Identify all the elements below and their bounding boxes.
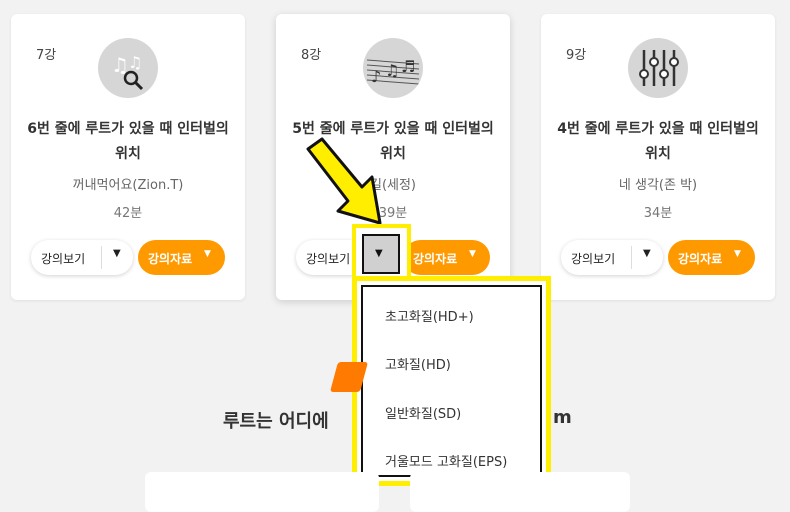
caret-button[interactable]: ▼ [362, 234, 400, 274]
lesson-number: 9강 [566, 48, 587, 63]
caret-down-icon: ▼ [204, 249, 211, 259]
divider [631, 246, 632, 269]
caret-down-icon: ▼ [734, 249, 741, 259]
lesson-card-7: 7강 ♫ ♫ 6번 줄에 루트가 있을 때 인터벌의 위치 꺼내먹어요(Zion… [11, 14, 245, 300]
caret-down-icon[interactable]: ▼ [113, 248, 121, 259]
materials-button[interactable]: 강의자료 ▼ [403, 240, 490, 275]
section-title: 루트는 어디에 [223, 411, 329, 432]
svg-text:♫: ♫ [128, 53, 142, 72]
quality-option-sd[interactable]: 일반화질(SD) [385, 403, 461, 422]
caret-down-icon[interactable]: ▼ [643, 248, 651, 259]
pointer-arrow-icon [306, 137, 382, 225]
equalizer-sliders-icon [628, 38, 688, 98]
svg-text:♪: ♪ [371, 67, 381, 86]
materials-button[interactable]: 강의자료 ▼ [138, 240, 225, 275]
sheet-music-icon: ♪ ♫ ♬ [363, 38, 423, 98]
lesson-card-next-2 [410, 472, 630, 512]
lesson-duration: 42분 [113, 206, 143, 221]
quality-option-hdplus[interactable]: 초고화질(HD+) [385, 306, 474, 325]
caret-down-icon: ▼ [469, 249, 476, 259]
quality-option-hd[interactable]: 고화질(HD) [385, 354, 451, 373]
lesson-song: 꺼내먹어요(Zion.T) [72, 178, 184, 193]
quality-dropdown: 초고화질(HD+) 고화질(HD) 일반화질(SD) 거울모드 고화질(EPS) [352, 276, 551, 486]
lesson-card-9: 9강 4번 줄에 루트가 있을 때 인터벌의 위치 네 생각(존 박) 34분 … [541, 14, 775, 300]
lesson-duration: 34분 [643, 206, 673, 221]
music-search-icon: ♫ ♫ [98, 38, 158, 98]
quality-option-eps[interactable]: 거울모드 고화질(EPS) [385, 451, 507, 470]
view-lesson-label: 강의보기 [306, 252, 351, 266]
lesson-title: 6번 줄에 루트가 있을 때 인터벌의 위치 [27, 121, 229, 162]
lesson-song: 네 생각(존 박) [618, 178, 698, 193]
lesson-number: 7강 [36, 48, 57, 63]
view-lesson-button[interactable]: 강의보기 ▼ [561, 240, 663, 275]
svg-text:♬: ♬ [401, 57, 415, 76]
view-lesson-label: 강의보기 [571, 252, 616, 266]
view-lesson-label: 강의보기 [41, 252, 86, 266]
materials-label: 강의자료 [678, 252, 723, 266]
materials-button[interactable]: 강의자료 ▼ [668, 240, 755, 275]
caret-down-icon: ▼ [375, 248, 383, 259]
materials-label: 강의자료 [413, 252, 458, 266]
svg-text:♫: ♫ [385, 61, 399, 80]
view-lesson-button[interactable]: 강의보기 ▼ [31, 240, 133, 275]
lesson-card-next [145, 472, 379, 512]
lesson-number: 8강 [301, 48, 322, 63]
quality-menu: 초고화질(HD+) 고화질(HD) 일반화질(SD) 거울모드 고화질(EPS) [361, 285, 542, 477]
section-title-tail: m [553, 407, 572, 428]
materials-label: 강의자료 [148, 252, 193, 266]
divider [101, 246, 102, 269]
lesson-title: 4번 줄에 루트가 있을 때 인터벌의 위치 [557, 121, 759, 162]
